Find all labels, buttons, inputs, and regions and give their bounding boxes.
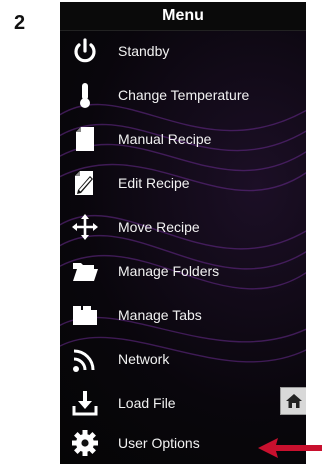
menu-item-label: Manage Folders [118,263,220,279]
power-icon [74,38,96,63]
edit-recipe-icon [75,171,93,195]
network-icon [73,349,95,372]
home-button[interactable] [280,387,306,415]
menu-item-label: Load File [118,395,176,411]
home-icon [286,394,302,408]
menu-item-label: Edit Recipe [118,175,190,191]
tabs-icon [73,306,97,325]
step-number: 2 [14,12,26,34]
document-icon [76,127,94,151]
menu-item-manage-folders[interactable]: Manage Folders [60,250,306,292]
menu-item-standby[interactable]: Standby [60,30,306,72]
thermometer-icon [80,83,90,108]
menu-item-change-temperature[interactable]: Change Temperature [60,74,306,116]
menu-item-manual-recipe[interactable]: Manual Recipe [60,118,306,160]
menu-item-label: User Options [118,435,200,451]
menu-item-label: Manual Recipe [118,131,212,147]
move-icon [72,214,98,240]
download-icon [72,391,98,416]
gear-icon [72,430,98,456]
menu-item-label: Change Temperature [118,87,250,103]
menu-panel: Menu Standby Change Temperature Manual R… [60,2,306,464]
menu-item-label: Manage Tabs [118,307,202,323]
menu-item-load-file[interactable]: Load File [60,382,306,424]
menu-item-move-recipe[interactable]: Move Recipe [60,206,306,248]
menu-item-label: Move Recipe [118,219,200,235]
menu-title: Menu [60,2,306,31]
menu-item-label: Standby [118,43,170,59]
menu-item-label: Network [118,351,170,367]
menu-item-network[interactable]: Network [60,338,306,380]
menu-item-manage-tabs[interactable]: Manage Tabs [60,294,306,336]
folder-icon [73,263,98,281]
red-arrow-icon [258,438,322,458]
menu-item-edit-recipe[interactable]: Edit Recipe [60,162,306,204]
